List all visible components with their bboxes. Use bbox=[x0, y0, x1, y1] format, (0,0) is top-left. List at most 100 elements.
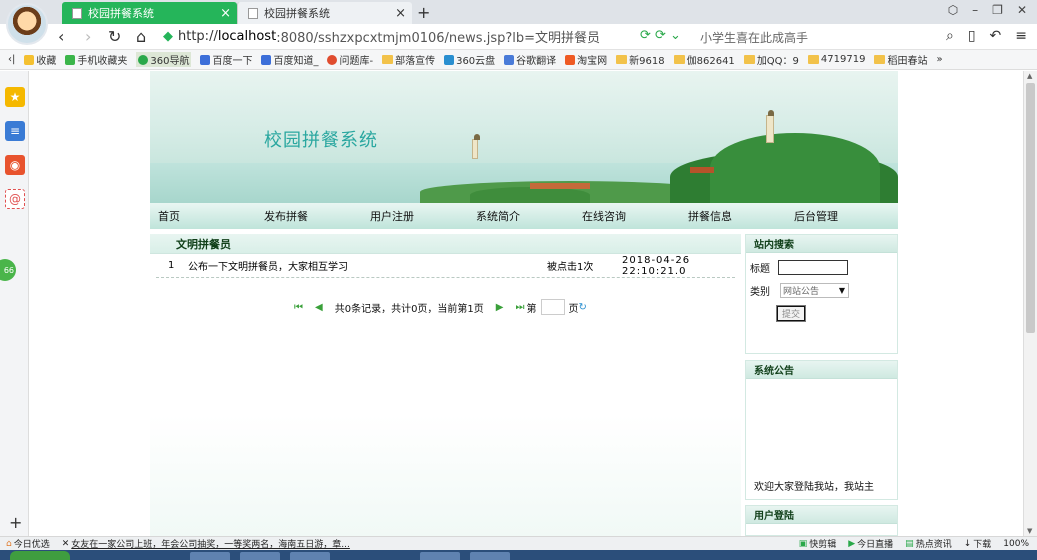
bookmark-item[interactable]: 部落宣传 bbox=[382, 52, 435, 67]
zoom-level[interactable]: 100% bbox=[1003, 539, 1029, 549]
bookmark-item[interactable]: 新9618 bbox=[616, 52, 665, 67]
daily-picks[interactable]: ⌂ 今日优选 bbox=[6, 537, 50, 551]
reload-icon[interactable]: ↻ bbox=[108, 27, 121, 46]
title-input[interactable] bbox=[778, 260, 848, 275]
bookmark-item[interactable]: 淘宝网 bbox=[565, 52, 607, 67]
menu-item[interactable]: 用户注册 bbox=[362, 208, 468, 224]
bookmarks-more-button[interactable]: » bbox=[936, 54, 942, 65]
status-bar: ⌂ 今日优选 ✕ 女友在一家公司上班，年会公司抽奖，一等奖两名，海南五日游，章...… bbox=[0, 536, 1037, 550]
page-number-input[interactable] bbox=[540, 299, 565, 315]
bookmark-item[interactable]: 稻田春站 bbox=[874, 52, 927, 67]
taskbar-item[interactable] bbox=[290, 552, 330, 560]
secure-shield-icon: ◆ bbox=[163, 29, 173, 44]
email-icon[interactable]: @ bbox=[5, 189, 25, 209]
restore-icon[interactable]: ❐ bbox=[992, 3, 1003, 17]
close-window-icon[interactable]: ✕ bbox=[1017, 3, 1027, 17]
news-icon: ▤ bbox=[905, 538, 914, 549]
bookmark-item[interactable]: 360导航 bbox=[136, 52, 192, 67]
notice-marquee[interactable]: 欢迎大家登陆我站，我站主 bbox=[754, 478, 874, 493]
new-tab-button[interactable]: + bbox=[417, 3, 430, 22]
bookmark-item[interactable]: 360云盘 bbox=[444, 52, 495, 67]
close-icon[interactable]: ✕ bbox=[62, 539, 70, 549]
menu-icon[interactable]: ≡ bbox=[1015, 28, 1027, 44]
type-select[interactable]: 网站公告 ▼ bbox=[780, 283, 849, 298]
menu-item[interactable]: 后台管理 bbox=[786, 208, 892, 224]
back-icon[interactable]: ‹ bbox=[58, 27, 64, 46]
phone-icon[interactable]: ▯ bbox=[968, 28, 976, 44]
bookmark-item[interactable]: 手机收藏夹 bbox=[65, 52, 127, 67]
bookmark-item[interactable]: 4719719 bbox=[807, 54, 865, 65]
news-title-link[interactable]: 公布一下文明拼餐员，大家相互学习 bbox=[188, 258, 348, 273]
search-icon[interactable]: ⌕ bbox=[946, 28, 954, 44]
url-field[interactable]: ◆ http:// localhost :8080/sshzxpcxtmjm01… bbox=[163, 26, 691, 47]
tab-close-icon[interactable]: × bbox=[220, 6, 231, 21]
login-box: 用户登陆 bbox=[745, 505, 898, 536]
speed-ball-icon[interactable]: 66 bbox=[0, 259, 16, 281]
add-panel-icon[interactable]: + bbox=[9, 513, 22, 532]
bookmarks-toggle-icon[interactable]: ‹| bbox=[8, 54, 15, 65]
bookmark-item[interactable]: 伽862641 bbox=[673, 52, 735, 67]
menu-item[interactable]: 拼餐信息 bbox=[680, 208, 786, 224]
type-row: 类别 网站公告 ▼ bbox=[750, 283, 849, 298]
side-panel: ★ ≡ ◉ @ 66 + bbox=[0, 71, 29, 536]
taskbar-item[interactable] bbox=[190, 552, 230, 560]
taskbar-item[interactable] bbox=[240, 552, 280, 560]
taobao-icon bbox=[565, 54, 576, 65]
bookmark-item[interactable]: 百度一下 bbox=[200, 52, 252, 67]
tab-inactive[interactable]: 校园拼餐系统 × bbox=[237, 2, 412, 24]
weibo-icon[interactable]: ◉ bbox=[5, 155, 25, 175]
banner-temple bbox=[690, 167, 714, 173]
chevron-down-icon: ▼ bbox=[838, 286, 845, 295]
scroll-down-icon[interactable]: ▼ bbox=[1027, 527, 1032, 535]
bookmark-item[interactable]: 谷歌翻译 bbox=[504, 52, 556, 67]
menu-item[interactable]: 在线咨询 bbox=[574, 208, 680, 224]
go-page-icon[interactable]: ↻ bbox=[579, 302, 587, 313]
taskbar-item[interactable] bbox=[470, 552, 510, 560]
status-download[interactable]: ↓ 下载 bbox=[964, 537, 992, 551]
tab-active[interactable]: 校园拼餐系统 × bbox=[62, 2, 237, 24]
page-suffix: 页 bbox=[568, 303, 579, 315]
submit-button[interactable]: 提交 bbox=[776, 305, 806, 322]
bookmark-item[interactable]: 百度知道_ bbox=[261, 52, 318, 67]
play-icon: ▶ bbox=[848, 538, 856, 549]
home-icon[interactable]: ⌂ bbox=[136, 27, 146, 46]
page-viewport: 校园拼餐系统 首页 发布拼餐 用户注册 系统简介 在线咨询 拼餐信息 后台管理 … bbox=[29, 71, 1023, 536]
status-live[interactable]: ▶ 今日直播 bbox=[848, 537, 893, 551]
first-page-icon[interactable]: ⏮ bbox=[294, 302, 303, 313]
undo-icon[interactable]: ↶ bbox=[990, 28, 1002, 44]
tab-close-icon[interactable]: × bbox=[395, 6, 406, 21]
menu-item[interactable]: 发布拼餐 bbox=[256, 208, 362, 224]
menu-item[interactable]: 首页 bbox=[150, 208, 256, 224]
forward-icon[interactable]: › bbox=[85, 27, 91, 46]
vertical-scrollbar[interactable]: ▲ ▼ bbox=[1023, 71, 1037, 536]
prev-page-icon[interactable]: ◀ bbox=[315, 302, 323, 313]
status-hot[interactable]: ▤ 热点资讯 bbox=[905, 537, 952, 551]
news-ticker[interactable]: ✕ 女友在一家公司上班，年会公司抽奖，一等奖两名，海南五日游，章... bbox=[62, 537, 350, 551]
notice-box: 系统公告 欢迎大家登陆我站，我站主 bbox=[745, 360, 898, 500]
minimize-icon[interactable]: – bbox=[972, 3, 978, 17]
user-avatar[interactable] bbox=[6, 3, 48, 45]
bookmark-item[interactable]: 问题库- bbox=[327, 52, 373, 67]
title-row: 标题 bbox=[750, 260, 848, 275]
bookmark-item[interactable]: 加QQ：9 bbox=[743, 52, 799, 67]
folder-icon bbox=[673, 55, 685, 64]
menu-item[interactable]: 系统简介 bbox=[468, 208, 574, 224]
window-controls: ⬡ – ❐ ✕ bbox=[948, 3, 1027, 17]
favorites-star-icon[interactable]: ★ bbox=[5, 87, 25, 107]
address-tools-icon[interactable]: ⟳ ⟳ ⌄ bbox=[640, 28, 681, 43]
next-page-icon[interactable]: ▶ bbox=[496, 302, 504, 313]
banner-pagoda bbox=[766, 110, 774, 143]
status-clip[interactable]: ▣ 快剪辑 bbox=[799, 537, 837, 551]
address-hint[interactable]: 小学生喜在此成高手 bbox=[700, 29, 808, 46]
notes-icon[interactable]: ≡ bbox=[5, 121, 25, 141]
taskbar-item[interactable] bbox=[420, 552, 460, 560]
start-button[interactable] bbox=[10, 551, 70, 560]
skin-icon[interactable]: ⬡ bbox=[948, 3, 958, 17]
toolbar-right: ⌕ ▯ ↶ ≡ bbox=[946, 28, 1027, 44]
scroll-up-icon[interactable]: ▲ bbox=[1027, 72, 1032, 80]
type-selected: 网站公告 bbox=[783, 287, 820, 297]
bookmark-item[interactable]: 收藏 bbox=[24, 52, 56, 67]
last-page-icon[interactable]: ⏭ bbox=[516, 302, 525, 313]
scrollbar-thumb[interactable] bbox=[1026, 83, 1035, 333]
sidebar: 站内搜索 标题 类别 网站公告 ▼ 提交 系统公告 欢迎大家登陆我站，我站主 用… bbox=[745, 234, 898, 536]
